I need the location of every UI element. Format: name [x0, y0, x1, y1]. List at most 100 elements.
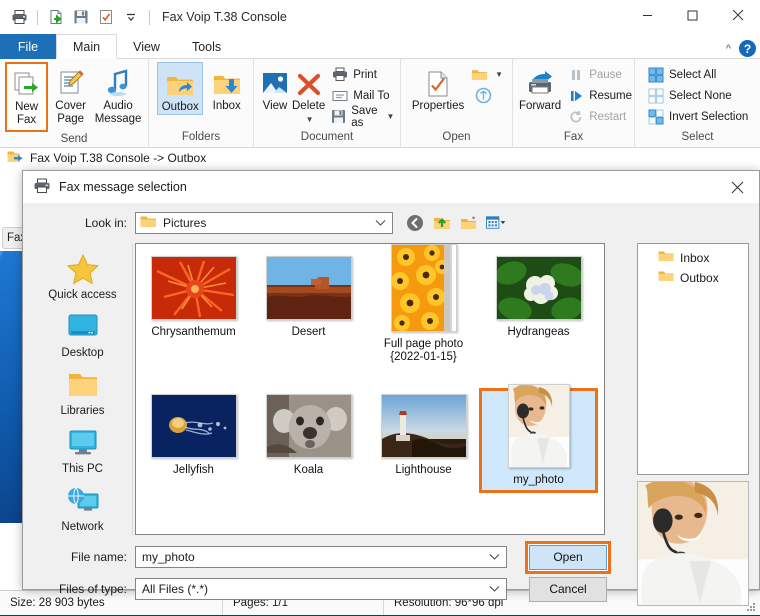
ribbon-tab-strip: File Main View Tools ^ ? [0, 34, 760, 59]
chevron-down-icon-filetype[interactable] [486, 585, 502, 593]
outbox-button[interactable]: Outbox [157, 62, 204, 115]
dialog-title: Fax message selection [59, 180, 187, 194]
new-folder-icon[interactable] [459, 213, 479, 233]
file-item-lighthouse[interactable]: Lighthouse [366, 390, 481, 491]
dialog-body: Look in: Pictures Quick access Desktop L… [23, 203, 759, 606]
up-folder-icon[interactable] [432, 213, 452, 233]
thumbnail-hydrangeas [495, 256, 582, 320]
properties-button[interactable]: Properties [411, 62, 465, 113]
place-network[interactable]: Network [35, 483, 131, 533]
ribbon-group-label-document: Document [300, 131, 354, 143]
chevron-down-icon[interactable]: ▼ [306, 113, 314, 126]
this-pc-icon [66, 425, 100, 461]
pause-label: Pause [589, 68, 622, 81]
audio-message-button[interactable]: Audio Message [93, 62, 143, 126]
close-icon[interactable] [715, 0, 760, 30]
checkmark-doc-icon[interactable] [95, 6, 117, 28]
folder-tree[interactable]: Inbox Outbox [637, 243, 749, 475]
tab-tools[interactable]: Tools [176, 34, 237, 59]
tree-item-inbox[interactable]: Inbox [638, 248, 748, 268]
inbox-button[interactable]: Inbox [205, 62, 248, 113]
resume-button[interactable]: Resume [563, 85, 636, 106]
tree-label-inbox: Inbox [680, 251, 710, 265]
select-all-button[interactable]: Select All [643, 64, 752, 85]
properties-icon [425, 66, 451, 98]
files-of-type-combo[interactable]: All Files (*.*) [135, 578, 507, 600]
tab-file[interactable]: File [0, 34, 56, 59]
chevron-down-icon-saveas[interactable]: ▼ [386, 112, 394, 121]
files-of-type-value: All Files (*.*) [142, 582, 209, 596]
file-name-hydrangeas: Hydrangeas [507, 326, 570, 338]
save-icon[interactable] [70, 6, 92, 28]
look-in-combo[interactable]: Pictures [135, 212, 393, 234]
tab-main[interactable]: Main [56, 34, 118, 59]
file-item-full-page-photo[interactable]: Full page photo {2022-01-15} [366, 244, 481, 368]
mail-to-label: Mail To [353, 89, 390, 102]
file-name-full-page-photo: Full page photo {2022-01-15} [383, 338, 464, 363]
file-name-label: File name: [70, 550, 127, 564]
dialog-close-icon[interactable] [715, 171, 759, 203]
maximize-icon[interactable] [670, 0, 715, 30]
file-name-chrysanthemum: Chrysanthemum [151, 326, 236, 338]
qat-dropdown-icon[interactable] [120, 6, 142, 28]
thumbnail-lighthouse [380, 394, 467, 458]
help-icon[interactable]: ? [739, 40, 756, 57]
new-fax-button[interactable]: New Fax [5, 62, 49, 132]
thumbnail-full-page-photo [390, 244, 457, 332]
properties-label: Properties [411, 100, 465, 112]
tree-item-outbox[interactable]: Outbox [638, 268, 748, 288]
inbox-folder-icon [212, 66, 242, 98]
chevron-down-icon-filename[interactable] [486, 553, 502, 561]
place-quick-access[interactable]: Quick access [35, 251, 131, 301]
back-icon[interactable] [405, 213, 425, 233]
forward-button[interactable]: Forward [519, 62, 561, 113]
outbox-folder-icon [165, 67, 195, 99]
invert-selection-icon [647, 108, 664, 125]
chevron-down-icon-lookin[interactable] [372, 219, 388, 227]
file-item-chrysanthemum[interactable]: Chrysanthemum [136, 252, 251, 368]
cancel-button[interactable]: Cancel [529, 576, 607, 602]
cover-page-button[interactable]: Cover Page [50, 62, 91, 126]
view-mode-icon[interactable] [486, 213, 506, 233]
file-list[interactable]: Chrysanthemum Desert Full page photo {20… [135, 243, 605, 535]
open-small-buttons: ▼ [467, 62, 507, 106]
toolbar-separator [37, 9, 38, 25]
select-small-buttons: Select All Select None Invert Selection [643, 62, 752, 127]
delete-button[interactable]: Delete ▼ [292, 62, 325, 126]
print-button[interactable]: Print [327, 64, 398, 85]
file-name-input[interactable]: my_photo [135, 546, 507, 568]
minimize-icon[interactable] [625, 0, 670, 30]
tab-view[interactable]: View [117, 34, 176, 59]
chevron-up-icon[interactable]: ^ [726, 43, 731, 55]
place-desktop[interactable]: Desktop [35, 309, 131, 359]
inbox-label: Inbox [212, 100, 241, 112]
place-this-pc[interactable]: This PC [35, 425, 131, 475]
file-item-hydrangeas[interactable]: Hydrangeas [481, 252, 596, 368]
libraries-folder-icon [66, 367, 100, 403]
file-item-my-photo[interactable]: my_photo [479, 384, 598, 493]
open-button[interactable]: Open [529, 544, 607, 570]
file-item-koala[interactable]: Koala [251, 390, 366, 491]
audio-message-icon [102, 66, 134, 98]
save-as-button[interactable]: Save as ▼ [327, 105, 398, 129]
print-label: Print [353, 68, 377, 81]
export-icon[interactable] [45, 6, 67, 28]
file-name-koala: Koala [293, 464, 324, 476]
thumbnail-desert [265, 256, 352, 320]
mail-to-button[interactable]: Mail To [327, 85, 398, 106]
chevron-down-icon-open[interactable]: ▼ [495, 70, 503, 79]
place-libraries[interactable]: Libraries [35, 367, 131, 417]
restart-icon [567, 108, 584, 125]
select-none-button[interactable]: Select None [643, 85, 752, 106]
pause-button[interactable]: Pause [563, 64, 636, 85]
file-item-desert[interactable]: Desert [251, 252, 366, 368]
restart-label: Restart [589, 110, 627, 123]
restart-button[interactable]: Restart [563, 106, 636, 127]
printer-icon[interactable] [8, 6, 30, 28]
file-name-jellyfish: Jellyfish [173, 464, 214, 476]
open-folder-button[interactable]: ▼ [467, 64, 507, 85]
file-item-jellyfish[interactable]: Jellyfish [136, 390, 251, 491]
view-button[interactable]: View [260, 62, 290, 113]
refresh-button[interactable] [467, 85, 507, 106]
invert-selection-button[interactable]: Invert Selection [643, 106, 752, 127]
